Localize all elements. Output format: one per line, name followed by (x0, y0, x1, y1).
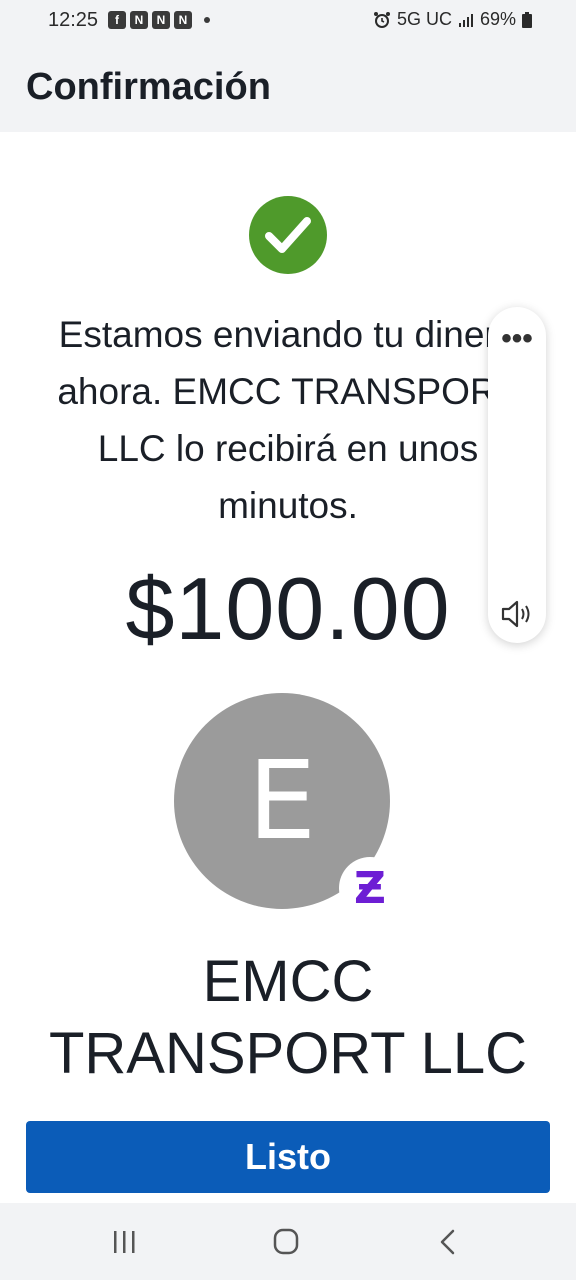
network-type: 5G UC (396, 9, 452, 29)
app-notification-icon: N (174, 11, 192, 29)
battery-icon (522, 11, 532, 28)
alarm-icon (373, 11, 391, 29)
more-options-button[interactable]: ••• (488, 319, 546, 359)
more-options-icon: ••• (501, 322, 533, 355)
more-notifications-dot-icon (204, 17, 210, 23)
battery-percentage: 69% (479, 9, 516, 29)
done-button[interactable]: Listo (26, 1121, 550, 1193)
page-title: Confirmación (26, 66, 271, 108)
speaker-button[interactable] (498, 597, 536, 631)
facebook-notification-icon: f (108, 11, 126, 29)
recent-apps-icon (114, 1231, 135, 1253)
status-bar: 12:25 f N N N 5G UC 69% (0, 0, 576, 42)
signal-icon (458, 12, 474, 28)
recent-apps-button[interactable] (105, 1227, 145, 1257)
back-button[interactable] (428, 1227, 468, 1257)
check-circle-icon (249, 196, 327, 274)
back-icon (440, 1229, 455, 1255)
speaker-icon (501, 600, 530, 628)
status-right: 5G UC 69% (373, 9, 532, 30)
home-button[interactable] (266, 1227, 306, 1257)
recipient-name: EMCC TRANSPORT LLC (48, 949, 528, 1086)
confirmation-message: Estamos enviando tu dinero ahora. EMCC T… (57, 314, 519, 526)
navigation-bar (0, 1203, 576, 1280)
status-time: 12:25 (48, 9, 99, 31)
zelle-icon: Ƶ (339, 857, 401, 919)
app-header: Confirmación (0, 42, 576, 132)
app-notification-icon: N (130, 11, 148, 29)
app-notification-icon: N (152, 11, 170, 29)
home-icon (273, 1228, 299, 1255)
notification-icons: f N N N (108, 11, 210, 29)
floating-side-panel: ••• (488, 307, 546, 643)
